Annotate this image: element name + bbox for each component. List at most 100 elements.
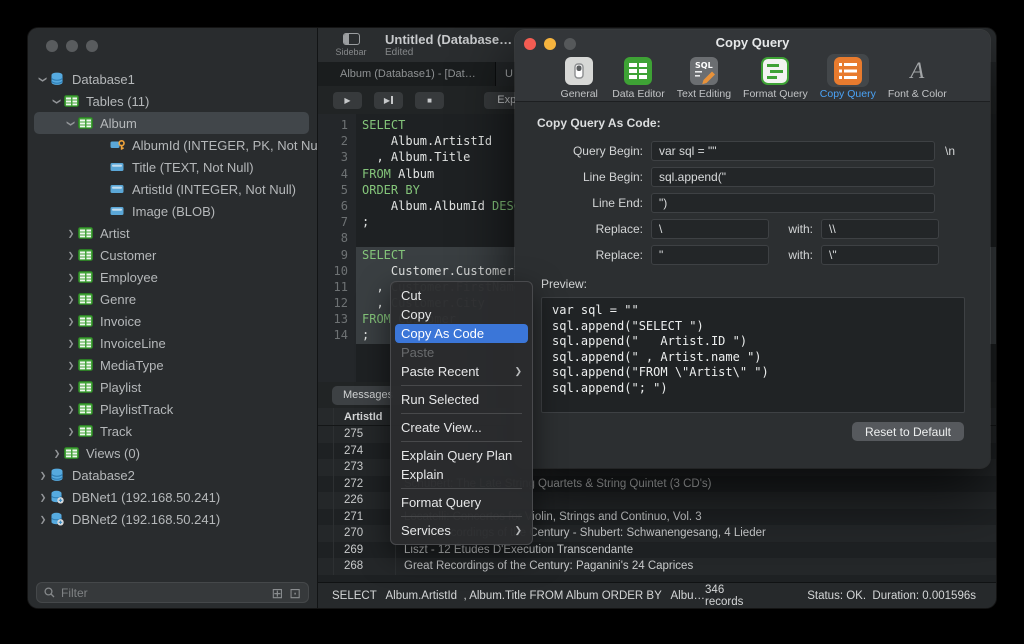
field-icon [110,206,130,216]
run-all-button[interactable]: ▶ [374,91,403,109]
chevron-down-icon[interactable]: ❯ [53,94,62,108]
sidebar-item-label: MediaType [100,357,164,373]
table-icon [78,381,98,393]
table-row[interactable]: 268 Great Recordings of the Century: Paga… [318,558,996,575]
sidebar-item-invoiceline[interactable]: ❯ InvoiceLine [28,332,317,354]
chevron-right-icon[interactable]: ❯ [50,449,64,458]
menu-item-create-view[interactable]: Create View... [395,418,528,437]
reset-to-default-button[interactable]: Reset to Default [851,422,964,441]
close-button[interactable] [524,38,536,50]
menu-item-services[interactable]: Services ❯ [395,521,528,540]
pref-tab-copy-query[interactable]: Copy Query [817,54,879,100]
sidebar-item-dbnet2-192-168-50-241[interactable]: ❯ DBNet2 (192.168.50.241) [28,508,317,530]
copy-query-icon [826,54,869,87]
sidebar-icon [342,33,360,45]
sidebar-item-albumid-integer-pk-not-null[interactable]: AlbumId (INTEGER, PK, Not Null) [28,134,317,156]
menu-item-paste[interactable]: Paste [395,343,528,362]
panel-toggle-icon[interactable]: ⊡ [289,586,301,600]
sidebar-item-genre[interactable]: ❯ Genre [28,288,317,310]
sidebar-item-customer[interactable]: ❯ Customer [28,244,317,266]
stop-button[interactable]: ■ [415,91,444,109]
pref-tab-text-editing[interactable]: SQL Text Editing [674,54,734,100]
menu-item-explain[interactable]: Explain [395,465,528,484]
chevron-right-icon[interactable]: ❯ [64,251,78,260]
chevron-right-icon[interactable]: ❯ [36,515,50,524]
pref-tab-font-color[interactable]: A Font & Color [885,54,950,101]
sidebar-item-artist[interactable]: ❯ Artist [28,222,317,244]
pref-tab-format-query[interactable]: Format Query [740,54,811,100]
row-handle [318,508,334,525]
field-input-line-end[interactable]: ") [651,193,935,213]
pref-tab-label: Text Editing [676,88,732,100]
chevron-down-icon[interactable]: ❯ [67,116,76,130]
pref-tab-label: Font & Color [887,88,947,100]
zoom-button[interactable] [86,40,98,52]
sidebar-item-mediatype[interactable]: ❯ MediaType [28,354,317,376]
chevron-right-icon[interactable]: ❯ [64,229,78,238]
edited-badge: Edited [385,46,414,58]
sidebar-item-database1[interactable]: ❯ Database1 [28,68,317,90]
menu-item-copy[interactable]: Copy [395,305,528,324]
line-number: 11 [333,279,348,294]
add-table-icon[interactable]: ⊞ [272,586,284,600]
sidebar-item-playlisttrack[interactable]: ❯ PlaylistTrack [28,398,317,420]
menu-item-format-query[interactable]: Format Query [395,493,528,512]
chevron-right-icon[interactable]: ❯ [64,427,78,436]
field-input-query-begin[interactable]: var sql = "" [651,141,935,161]
column-header-artistid[interactable]: ArtistId [334,408,396,425]
menu-item-cut[interactable]: Cut [395,286,528,305]
menu-separator [401,413,522,414]
sidebar-item-label: DBNet2 (192.168.50.241) [72,511,221,527]
chevron-right-icon[interactable]: ❯ [64,295,78,304]
table-icon [78,293,98,305]
table-icon [78,249,98,261]
sidebar-item-employee[interactable]: ❯ Employee [28,266,317,288]
sidebar-item-database2[interactable]: ❯ Database2 [28,464,317,486]
row-handle [318,525,334,542]
field-input-with[interactable]: \\ [821,219,939,239]
run-button[interactable]: ▶ [333,91,362,109]
close-button[interactable] [46,40,58,52]
sidebar-item-image-blob[interactable]: Image (BLOB) [28,200,317,222]
sidebar-item-track[interactable]: ❯ Track [28,420,317,442]
field-input-replace[interactable]: " [651,245,769,265]
menu-item-explain-query-plan[interactable]: Explain Query Plan [395,446,528,465]
chevron-right-icon[interactable]: ❯ [64,361,78,370]
tab-album[interactable]: Album (Database1) - [Dat… [318,62,496,86]
sidebar-item-playlist[interactable]: ❯ Playlist [28,376,317,398]
chevron-right-icon[interactable]: ❯ [64,339,78,348]
key-icon [110,139,130,151]
menu-item-label: Copy [401,307,432,322]
menu-item-label: Explain [401,467,444,482]
sidebar-item-artistid-integer-not-null[interactable]: ArtistId (INTEGER, Not Null) [28,178,317,200]
minimize-button[interactable] [544,38,556,50]
chevron-down-icon[interactable]: ❯ [39,72,48,86]
chevron-right-icon[interactable]: ❯ [64,317,78,326]
sidebar-item-title-text-not-null[interactable]: Title (TEXT, Not Null) [28,156,317,178]
sidebar-item-label: Genre [100,291,137,307]
chevron-right-icon[interactable]: ❯ [36,493,50,502]
sidebar-item-tables-11[interactable]: ❯ Tables (11) [28,90,317,112]
minimize-button[interactable] [66,40,78,52]
chevron-right-icon[interactable]: ❯ [64,383,78,392]
pref-tab-data-editor[interactable]: Data Editor [609,54,668,100]
menu-item-paste-recent[interactable]: Paste Recent ❯ [395,362,528,381]
sidebar-toggle-button[interactable]: Sidebar [330,33,372,57]
menu-item-run-selected[interactable]: Run Selected [395,390,528,409]
chevron-right-icon[interactable]: ❯ [64,405,78,414]
menu-item-copy-as-code[interactable]: Copy As Code [395,324,528,343]
pref-tab-general[interactable]: General [555,54,603,100]
menu-separator [401,441,522,442]
sidebar-item-dbnet1-192-168-50-241[interactable]: ❯ DBNet1 (192.168.50.241) [28,486,317,508]
chevron-right-icon[interactable]: ❯ [36,471,50,480]
sidebar-item-views-0[interactable]: ❯ Views (0) [28,442,317,464]
sidebar-item-invoice[interactable]: ❯ Invoice [28,310,317,332]
field-input-replace[interactable]: \ [651,219,769,239]
chevron-right-icon[interactable]: ❯ [64,273,78,282]
svg-text:SQL: SQL [695,61,713,70]
field-input-with[interactable]: \" [821,245,939,265]
filter-input[interactable]: Filter ⊞ ⊡ [36,582,309,603]
sidebar-item-album[interactable]: ❯ Album [28,112,317,134]
field-input-line-begin[interactable]: sql.append(" [651,167,935,187]
cell-artistid: 275 [334,426,396,443]
